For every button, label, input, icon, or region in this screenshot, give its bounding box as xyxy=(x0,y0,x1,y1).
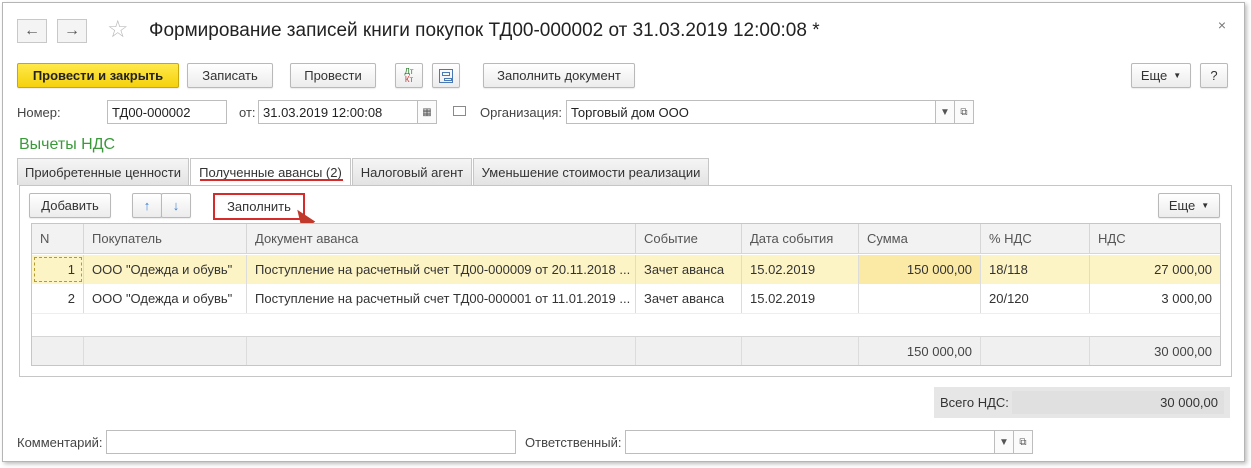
table-header: N Покупатель Документ аванса Событие Дат… xyxy=(32,224,1220,254)
add-button[interactable]: Добавить xyxy=(29,193,111,218)
total-vat-value: 30 000,00 xyxy=(1012,391,1224,414)
arrow-down-icon: ↓ xyxy=(172,198,180,213)
advances-table: N Покупатель Документ аванса Событие Дат… xyxy=(31,223,1221,366)
date-cell[interactable]: 15.02.2019 xyxy=(742,255,859,284)
open-link-icon[interactable]: ⧉ xyxy=(1013,430,1033,454)
tab-tax-agent[interactable]: Налоговый агент xyxy=(352,158,472,185)
col-buyer[interactable]: Покупатель xyxy=(84,224,247,253)
move-up-button[interactable]: ↑ xyxy=(132,193,162,218)
date-label: от: xyxy=(239,105,256,120)
back-button[interactable]: ← xyxy=(17,19,47,43)
buyer-cell[interactable]: ООО "Одежда и обувь" xyxy=(84,255,247,284)
vat-cell[interactable]: 27 000,00 xyxy=(1090,255,1220,284)
favorite-star-icon[interactable]: ☆ xyxy=(107,15,129,44)
organization-field[interactable]: Торговый дом ООО xyxy=(566,100,936,124)
date-field[interactable]: 31.03.2019 12:00:08 xyxy=(258,100,418,124)
move-down-button[interactable]: ↓ xyxy=(161,193,191,218)
save-button[interactable]: Записать xyxy=(187,63,273,88)
chevron-down-icon[interactable]: ▼ xyxy=(935,100,955,124)
arrow-up-icon: ↑ xyxy=(143,198,151,213)
empty-row xyxy=(32,314,1220,336)
table-more-button[interactable]: Еще ▼ xyxy=(1158,193,1220,218)
tab-advances-received[interactable]: Полученные авансы (2) xyxy=(190,158,351,186)
dropdown-arrow-icon: ▼ xyxy=(1173,71,1182,80)
total-sum: 150 000,00 xyxy=(859,337,981,365)
totals-row: 150 000,00 30 000,00 xyxy=(32,336,1220,365)
structure-icon xyxy=(439,68,453,83)
responsible-label: Ответственный: xyxy=(525,435,622,450)
rate-cell[interactable]: 18/118 xyxy=(981,255,1090,284)
document-cell[interactable]: Поступление на расчетный счет ТД00-00000… xyxy=(247,284,636,313)
col-event[interactable]: Событие xyxy=(636,224,742,253)
dt-kt-button[interactable]: Дт Кт xyxy=(395,63,423,88)
help-button[interactable]: ? xyxy=(1200,63,1228,88)
col-n[interactable]: N xyxy=(32,224,84,253)
col-advance-document[interactable]: Документ аванса xyxy=(247,224,636,253)
number-label: Номер: xyxy=(17,105,61,120)
buyer-cell[interactable]: ООО "Одежда и обувь" xyxy=(84,284,247,313)
sum-cell[interactable]: 150 000,00 xyxy=(859,255,981,284)
number-field[interactable]: ТД00-000002 xyxy=(107,100,227,124)
tab-underline-highlight xyxy=(200,179,343,181)
post-and-close-button[interactable]: Провести и закрыть xyxy=(17,63,179,88)
post-button[interactable]: Провести xyxy=(290,63,376,88)
window-title: Формирование записей книги покупок ТД00-… xyxy=(149,20,820,41)
arrow-left-icon: ← xyxy=(24,22,40,39)
document-window: ← → ☆ Формирование записей книги покупок… xyxy=(2,2,1245,462)
arrow-right-icon: → xyxy=(64,22,80,39)
tab-sales-reduction[interactable]: Уменьшение стоимости реализации xyxy=(473,158,709,185)
close-icon[interactable]: × xyxy=(1218,17,1226,33)
row-number[interactable]: 1 xyxy=(32,255,84,284)
sum-cell[interactable] xyxy=(859,284,981,313)
dropdown-arrow-icon: ▼ xyxy=(1201,201,1210,210)
tab-purchased-values[interactable]: Приобретенные ценности xyxy=(17,158,189,185)
document-list-icon[interactable] xyxy=(453,106,466,116)
total-vat: 30 000,00 xyxy=(1090,337,1220,365)
section-title: Вычеты НДС xyxy=(19,136,116,153)
total-vat-panel: Всего НДС: 30 000,00 xyxy=(934,387,1230,418)
forward-button[interactable]: → xyxy=(57,19,87,43)
total-vat-label: Всего НДС: xyxy=(940,395,1009,410)
document-cell[interactable]: Поступление на расчетный счет ТД00-00000… xyxy=(247,255,636,284)
date-cell[interactable]: 15.02.2019 xyxy=(742,284,859,313)
chevron-down-icon[interactable]: ▼ xyxy=(994,430,1014,454)
table-row[interactable]: 2 ООО "Одежда и обувь" Поступление на ра… xyxy=(32,284,1220,314)
more-button[interactable]: Еще ▼ xyxy=(1131,63,1191,88)
responsible-field[interactable] xyxy=(625,430,995,454)
table-row[interactable]: 1 ООО "Одежда и обувь" Поступление на ра… xyxy=(32,255,1220,284)
comment-field[interactable] xyxy=(106,430,516,454)
event-cell[interactable]: Зачет аванса xyxy=(636,284,742,313)
calendar-icon[interactable]: ▦ xyxy=(417,100,437,124)
more-label: Еще xyxy=(1140,68,1168,83)
row-number[interactable]: 2 xyxy=(32,284,84,313)
col-event-date[interactable]: Дата события xyxy=(742,224,859,253)
fill-document-button[interactable]: Заполнить документ xyxy=(483,63,635,88)
organization-label: Организация: xyxy=(480,105,563,120)
open-link-icon[interactable]: ⧉ xyxy=(954,100,974,124)
structure-button[interactable] xyxy=(432,63,460,88)
col-vat[interactable]: НДС xyxy=(1090,224,1220,253)
dt-kt-icon: Дт Кт xyxy=(404,66,414,84)
col-vat-rate[interactable]: % НДС xyxy=(981,224,1090,253)
table-more-label: Еще xyxy=(1168,198,1196,213)
vat-cell[interactable]: 3 000,00 xyxy=(1090,284,1220,313)
event-cell[interactable]: Зачет аванса xyxy=(636,255,742,284)
comment-label: Комментарий: xyxy=(17,435,103,450)
rate-cell[interactable]: 20/120 xyxy=(981,284,1090,313)
col-sum[interactable]: Сумма xyxy=(859,224,981,253)
